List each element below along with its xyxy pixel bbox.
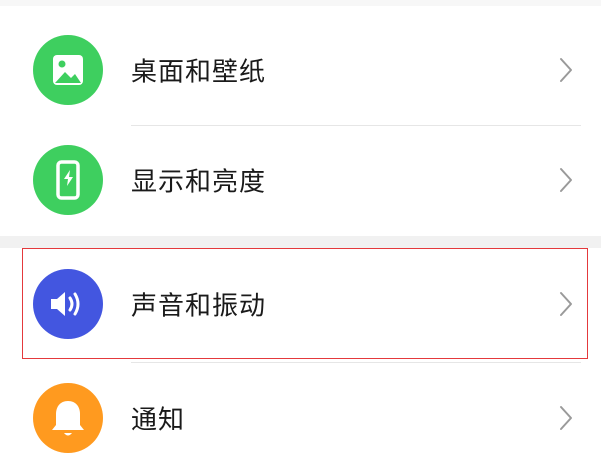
settings-item-notifications[interactable]: 通知 (0, 364, 601, 467)
group-separator (0, 236, 601, 248)
settings-page: 桌面和壁纸 显示和亮度 声音和振动 通知 (0, 0, 601, 467)
settings-item-label: 显示和亮度 (131, 167, 267, 198)
settings-item-label: 通知 (131, 405, 186, 436)
bell-icon (33, 383, 103, 453)
settings-item-sound-vibration[interactable]: 声音和振动 (0, 250, 601, 358)
settings-item-label: 声音和振动 (131, 291, 267, 322)
chevron-right-icon (560, 168, 572, 192)
divider (131, 362, 581, 363)
settings-item-display-brightness[interactable]: 显示和亮度 (0, 126, 601, 234)
top-divider (0, 0, 601, 6)
settings-item-label: 桌面和壁纸 (131, 57, 267, 88)
speaker-icon (33, 269, 103, 339)
wallpaper-icon (33, 35, 103, 105)
phone-brightness-icon (33, 145, 103, 215)
chevron-right-icon (560, 292, 572, 316)
chevron-right-icon (560, 58, 572, 82)
chevron-right-icon (560, 406, 572, 430)
settings-item-wallpaper[interactable]: 桌面和壁纸 (0, 16, 601, 124)
